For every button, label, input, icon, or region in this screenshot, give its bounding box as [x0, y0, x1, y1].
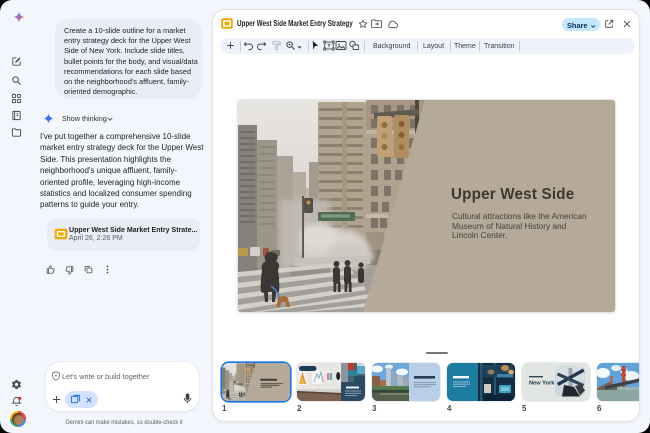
svg-text:New York: New York — [529, 381, 555, 387]
